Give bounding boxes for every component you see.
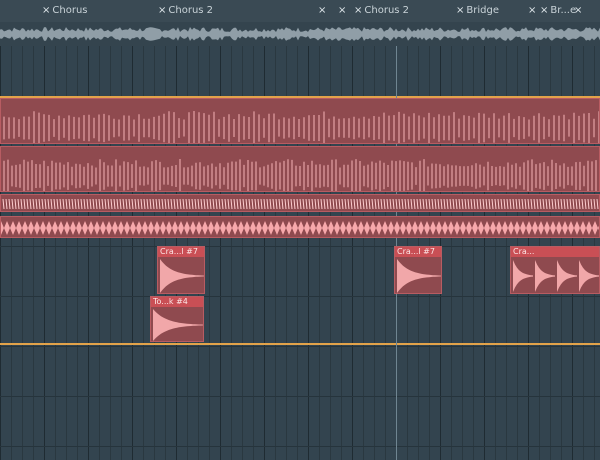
marker-unnamed[interactable]: ×: [318, 4, 328, 18]
marker-label: Chorus 2: [364, 5, 410, 16]
marker-label: Chorus 2: [168, 5, 214, 16]
marker-chorus[interactable]: × Chorus: [42, 4, 88, 18]
marker-x-icon: ×: [528, 5, 537, 16]
marker-x-icon: ×: [540, 5, 549, 16]
overview-waveform-graphic: [0, 27, 600, 41]
drum-loop-clip-track-1[interactable]: [0, 98, 600, 144]
marker-unnamed[interactable]: ×: [574, 4, 584, 18]
crash-clip-title: Cra...l #7: [395, 247, 441, 257]
tom-clip-1[interactable]: To...k #4: [150, 296, 204, 342]
marker-unnamed[interactable]: ×: [338, 4, 348, 18]
clip-waveform: [3, 111, 599, 143]
marker-x-icon: ×: [338, 5, 347, 16]
track-separator: [0, 446, 600, 447]
hat-loop-clip[interactable]: [0, 194, 600, 212]
clip-waveform: [2, 198, 599, 210]
marker-x-icon: ×: [574, 5, 583, 16]
marker-bridge-short[interactable]: × Br...e: [540, 4, 576, 18]
marker-label: Br...e: [550, 5, 577, 16]
marker-x-icon: ×: [354, 5, 363, 16]
playlist-window: × Chorus × Chorus 2 × × × Chorus 2 × Bridge …: [0, 0, 600, 460]
track-separator: [0, 396, 600, 397]
crash-clip-1[interactable]: Cra...l #7: [157, 246, 205, 294]
marker-label: Chorus: [52, 5, 88, 16]
marker-x-icon: ×: [42, 5, 51, 16]
clip-waveform: [513, 260, 599, 292]
time-marker-bar[interactable]: × Chorus × Chorus 2 × × × Chorus 2 × Bridge …: [0, 0, 600, 23]
tom-clip-title: To...k #4: [151, 297, 203, 307]
marker-x-icon: ×: [318, 5, 327, 16]
clip-waveform: [3, 159, 597, 191]
clip-waveform: [160, 259, 204, 293]
playlist-grid[interactable]: Cra...l #7 To...k #4 Cra...l #7 Cra...: [0, 46, 600, 460]
crash-clip-2[interactable]: Cra...l #7: [394, 246, 442, 294]
crash-clip-title: Cra...: [511, 247, 599, 257]
marker-chorus-2[interactable]: × Chorus 2: [158, 4, 213, 18]
marker-bridge[interactable]: × Bridge: [456, 4, 499, 18]
marker-unnamed[interactable]: ×: [528, 4, 538, 18]
crash-clip-group[interactable]: Cra...: [510, 246, 600, 294]
clip-waveform: [153, 309, 203, 341]
marker-x-icon: ×: [158, 5, 167, 16]
shaker-loop-clip[interactable]: [0, 216, 600, 238]
marker-x-icon: ×: [456, 5, 465, 16]
crash-clip-title: Cra...l #7: [158, 247, 204, 257]
marker-label: Bridge: [466, 5, 499, 16]
overview-waveform[interactable]: [0, 22, 600, 46]
marker-chorus-2-b[interactable]: × Chorus 2: [354, 4, 409, 18]
track-separator: [0, 346, 600, 347]
loop-end-line: [0, 343, 600, 345]
track-separator: [0, 296, 600, 297]
drum-loop-clip-track-2[interactable]: [0, 146, 600, 192]
clip-waveform: [397, 259, 441, 293]
clip-waveform: [1, 221, 599, 235]
